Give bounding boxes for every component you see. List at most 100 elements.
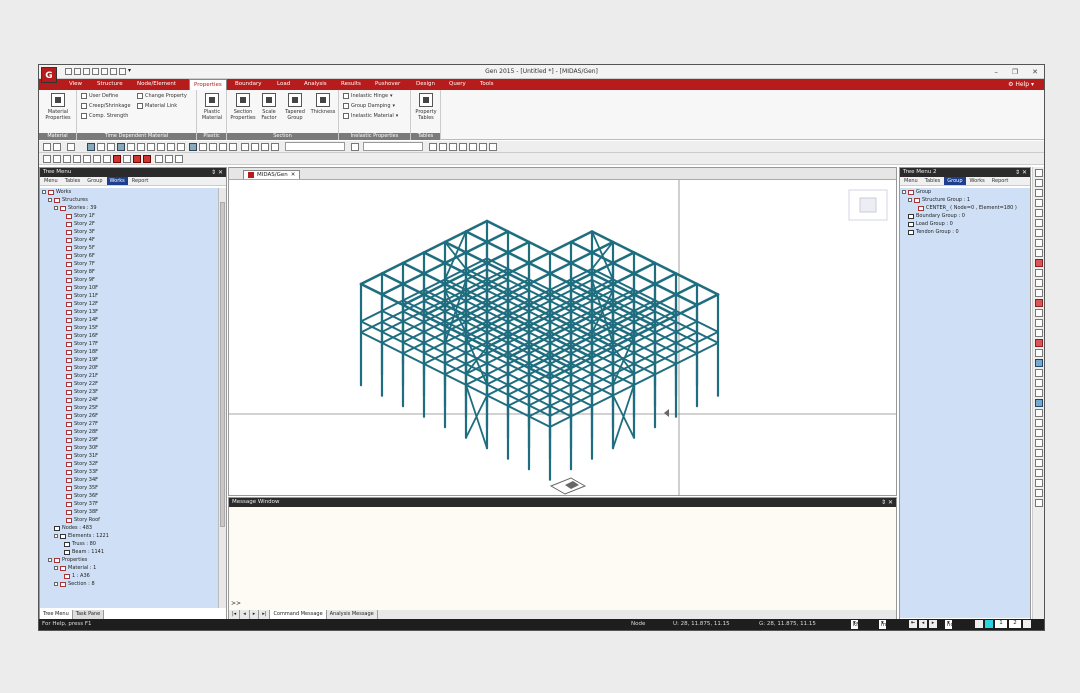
app-logo-button[interactable]: G (41, 67, 57, 83)
perspective-icon[interactable] (73, 155, 81, 163)
snap-all-icon[interactable] (489, 143, 497, 151)
tab2-menu[interactable]: Menu (901, 177, 921, 185)
minimize-icon[interactable]: – (994, 68, 998, 76)
tree-node-story[interactable]: Story 11F (40, 292, 218, 300)
tree-node-story[interactable]: Story 34F (40, 476, 218, 484)
offset-tool-icon[interactable] (1034, 419, 1043, 427)
top-view-icon[interactable] (261, 143, 269, 151)
shrink-icon[interactable] (63, 155, 71, 163)
length-unit-select[interactable]: m ▾ (879, 620, 886, 629)
creep-shrinkage-button[interactable]: Creep/Shrinkage (81, 103, 131, 109)
tab-works[interactable]: Works (106, 177, 128, 185)
move-tool-icon[interactable] (1034, 269, 1043, 277)
import-tool-icon[interactable] (1034, 489, 1043, 497)
last-tab-icon[interactable]: ▸| (259, 610, 271, 619)
table-tool-icon[interactable] (1034, 169, 1043, 177)
link-tool-icon[interactable] (1034, 399, 1043, 407)
tree-node-section[interactable]: Section : 8 (40, 580, 218, 588)
list-tool-icon[interactable] (1034, 189, 1043, 197)
check-tool-icon[interactable] (1034, 429, 1043, 437)
tab-command-message[interactable]: Command Message (270, 610, 327, 619)
inelastic-hinge-button[interactable]: Inelastic Hinge ▾ (343, 93, 393, 99)
tree-node-story[interactable]: Story 35F (40, 484, 218, 492)
measure-tool-icon[interactable] (1034, 309, 1043, 317)
zoom-tool-icon[interactable] (1034, 279, 1043, 287)
panel2-close-icon[interactable]: ⇕ ✕ (1015, 168, 1027, 177)
select-icon[interactable] (87, 143, 95, 151)
select-previous-icon[interactable] (137, 143, 145, 151)
model-canvas[interactable] (229, 180, 896, 496)
load-tool-icon[interactable] (1034, 359, 1043, 367)
zoom-out-icon[interactable] (219, 143, 227, 151)
material-properties-button[interactable]: Material Properties (42, 93, 74, 121)
scale-factor-button[interactable]: Scale Factor (258, 93, 280, 121)
section-properties-button[interactable]: Section Properties (230, 93, 256, 121)
message-close-icon[interactable]: ⇕ ✕ (881, 498, 893, 507)
zoom-window-icon[interactable] (199, 143, 207, 151)
search-tool-icon[interactable] (1034, 289, 1043, 297)
tree-node-story[interactable]: Story 6F (40, 252, 218, 260)
tree-node-story[interactable]: Story 22F (40, 380, 218, 388)
tree-node-properties[interactable]: Properties (40, 556, 218, 564)
rotate-tool-icon[interactable] (1034, 319, 1043, 327)
prev-tab-icon[interactable]: ◂ (240, 610, 250, 619)
snap-line-icon[interactable] (459, 143, 467, 151)
undo-icon[interactable] (43, 143, 51, 151)
unit-icon[interactable] (67, 143, 75, 151)
tree-node-works[interactable]: Works (40, 188, 218, 196)
page-next-icon[interactable] (1023, 620, 1031, 628)
group-damping-button[interactable]: Group Damping ▾ (343, 103, 395, 109)
tree-scroll-thumb[interactable] (220, 202, 225, 527)
tab-report[interactable]: Report (129, 177, 152, 185)
tree-node-story[interactable]: Story 13F (40, 308, 218, 316)
tree-node-story[interactable]: Story 7F (40, 260, 218, 268)
unselect-icon[interactable] (117, 143, 125, 151)
front-view-icon[interactable] (271, 143, 279, 151)
tab-pushover[interactable]: Pushover (375, 81, 400, 87)
tab-properties[interactable]: Properties (189, 79, 227, 90)
select-all-icon[interactable] (127, 143, 135, 151)
tree2-structure-group[interactable]: Structure Group : 1 (900, 196, 1030, 204)
force-unit-select[interactable]: kN ▾ (851, 620, 860, 629)
tree-node-story[interactable]: Story 3F (40, 228, 218, 236)
tree-scrollbar[interactable] (218, 188, 226, 608)
inelastic-material-button[interactable]: Inelastic Material ▾ (343, 113, 398, 119)
fit-view-icon[interactable] (175, 155, 183, 163)
line-tool-icon[interactable] (1034, 239, 1043, 247)
tab-tools[interactable]: Tools (480, 81, 494, 87)
snap-node-icon[interactable] (449, 143, 457, 151)
zoom-fit-icon[interactable] (189, 143, 197, 151)
tab-analysis[interactable]: Analysis (304, 81, 327, 87)
tree-node-story[interactable]: Story 8F (40, 268, 218, 276)
tree-node-story[interactable]: Story 23F (40, 388, 218, 396)
delete-tool-icon[interactable] (1034, 299, 1043, 307)
tab-boundary[interactable]: Boundary (235, 81, 262, 87)
user-define-button[interactable]: User Define (81, 93, 118, 99)
mirror-tool-icon[interactable] (1034, 329, 1043, 337)
zoom-in-icon[interactable] (209, 143, 217, 151)
tree-node-story[interactable]: Story 19F (40, 356, 218, 364)
tree-node-story[interactable]: Story 26F (40, 412, 218, 420)
settings-tool-icon[interactable] (1034, 499, 1043, 507)
page-number[interactable]: 1 (995, 620, 1007, 628)
tree-node-story[interactable]: Story 2F (40, 220, 218, 228)
merge-tool-icon[interactable] (1034, 349, 1043, 357)
tree-node-structures[interactable]: Structures (40, 196, 218, 204)
node-number-icon[interactable] (83, 155, 91, 163)
tree-node-story[interactable]: Story 28F (40, 428, 218, 436)
tree-node-story[interactable]: Story 9F (40, 276, 218, 284)
tree2-boundary-group[interactable]: Boundary Group : 0 (900, 212, 1030, 220)
doc-close-icon[interactable]: ✕ (291, 172, 296, 178)
tab-results[interactable]: Results (341, 81, 361, 87)
snap-grid-icon[interactable] (469, 143, 477, 151)
redo-icon[interactable] (53, 143, 61, 151)
section-view-icon[interactable] (103, 155, 111, 163)
tree-node-story[interactable]: Story 12F (40, 300, 218, 308)
tab-node-element[interactable]: Node/Element (137, 81, 176, 87)
command-prompt[interactable]: >> (231, 600, 241, 607)
tree-node-story[interactable]: Story 29F (40, 436, 218, 444)
tab2-works[interactable]: Works (967, 177, 988, 185)
tab-analysis-message[interactable]: Analysis Message (327, 610, 378, 619)
tree-node-elements[interactable]: Elements : 1221 (40, 532, 218, 540)
property-tables-button[interactable]: Property Tables (413, 93, 439, 121)
